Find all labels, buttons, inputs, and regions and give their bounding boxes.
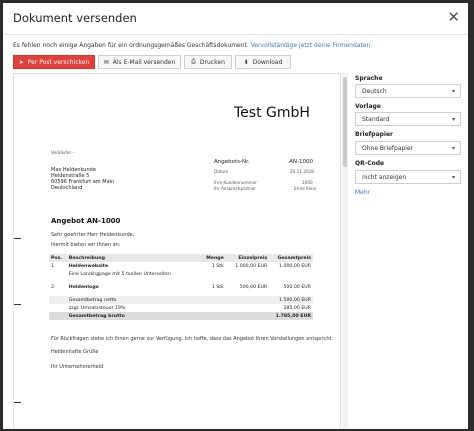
language-select[interactable]: Deutsch ▾ bbox=[355, 84, 461, 98]
send-by-email-button[interactable]: ✉ Als E-Mail versenden bbox=[98, 55, 181, 69]
send-icon: ➤ bbox=[18, 58, 24, 66]
row-title: Heldenwebsite bbox=[68, 263, 109, 269]
send-by-post-label: Per Post verschicken bbox=[27, 58, 90, 66]
missing-data-hint: Es fehlen noch einige Angaben für ein or… bbox=[13, 42, 372, 49]
date-value: 20.11.2018 bbox=[290, 169, 314, 174]
doc-number-label: Angebots-Nr. bbox=[214, 159, 250, 165]
language-value: Deutsch bbox=[362, 87, 387, 95]
qr-code-select[interactable]: nicht anzeigen ▾ bbox=[355, 170, 461, 184]
send-document-dialog: Dokument versenden ✕ Es fehlen noch eini… bbox=[3, 3, 468, 429]
company-name: Test GmbH bbox=[234, 105, 310, 121]
intro-text: hiermit bieten wir Ihnen an: bbox=[51, 242, 121, 248]
download-label: Download bbox=[252, 58, 283, 66]
recipient-country: Deutschland bbox=[51, 185, 83, 191]
qr-code-label: QR-Code bbox=[355, 160, 385, 167]
complete-company-data-link[interactable]: Vervollständige jetzt deine Firmendaten. bbox=[251, 42, 373, 49]
document-preview[interactable]: Test GmbH Verkäufer – Max Heldenkunde He… bbox=[13, 73, 341, 429]
customer-number-value: 1000 bbox=[302, 180, 313, 185]
download-icon: ⬇ bbox=[243, 58, 249, 66]
envelope-icon: ✉ bbox=[103, 58, 109, 66]
template-label: Vorlage bbox=[355, 103, 381, 110]
template-select[interactable]: Standard ▾ bbox=[355, 112, 461, 126]
contact-value: Ernie Klein bbox=[294, 186, 317, 191]
gross-total-row: Gesamtbetrag brutto 1.785,00 EUR bbox=[49, 312, 313, 320]
date-label: Datum bbox=[214, 169, 229, 174]
items-table: Pos. Beschreibung Menge Einzelpreis Gesa… bbox=[49, 254, 313, 320]
net-total-row: Gesamtbetrag netto 1.500,00 EUR bbox=[49, 296, 313, 304]
row-total: 1.000,00 EUR bbox=[278, 263, 311, 269]
letterhead-value: Ohne Briefpapier bbox=[362, 144, 414, 152]
document-heading: Angebot AN-1000 bbox=[51, 217, 121, 225]
regards-text: Heldenhafte Grüße bbox=[51, 349, 99, 355]
recipient-address: Max Heldenkunde Heldenstraße 5 60596 Fra… bbox=[51, 167, 114, 191]
doc-number-value: AN-1000 bbox=[289, 159, 313, 165]
row-title: Heldenlogo bbox=[68, 284, 99, 290]
sender-line: Verkäufer – bbox=[51, 150, 75, 155]
fold-mark bbox=[14, 238, 21, 239]
language-label: Sprache bbox=[355, 75, 383, 82]
row-unit: 500,00 EUR bbox=[239, 284, 268, 290]
net-total-value: 1.500,00 EUR bbox=[269, 296, 313, 304]
greeting: Sehr geehrter Herr Heldenkunde, bbox=[51, 232, 135, 238]
tax-row: zzgl. Umsatzsteuer 19% 285,00 EUR bbox=[49, 304, 313, 312]
customer-number-label: Ihre Kundennummer bbox=[214, 180, 257, 185]
print-label: Drucken bbox=[199, 58, 225, 66]
row-description: Eine Landingpage mit 5 toollen Unterseit… bbox=[68, 271, 171, 277]
dialog-title: Dokument versenden bbox=[13, 11, 137, 25]
contact-label: Ihr Ansprechpartner bbox=[214, 186, 257, 191]
table-header-row: Pos. Beschreibung Menge Einzelpreis Gesa… bbox=[49, 254, 313, 262]
row-pos: 1. bbox=[51, 263, 56, 269]
send-by-email-label: Als E-Mail versenden bbox=[112, 58, 176, 66]
col-total-price: Gesamtpreis bbox=[269, 254, 313, 262]
chevron-down-icon: ▾ bbox=[451, 174, 455, 181]
template-value: Standard bbox=[362, 115, 390, 123]
print-button[interactable]: ⎙ Drucken bbox=[184, 55, 232, 69]
table-row-detail: Eine Landingpage mit 5 toollen Unterseit… bbox=[49, 270, 313, 278]
letterhead-select[interactable]: Ohne Briefpapier ▾ bbox=[355, 141, 461, 155]
fold-mark bbox=[14, 304, 21, 305]
printer-icon: ⎙ bbox=[191, 58, 196, 65]
row-unit: 1.000,00 EUR bbox=[235, 263, 268, 269]
col-unit-price: Einzelpreis bbox=[225, 254, 270, 262]
send-by-post-button[interactable]: ➤ Per Post verschicken bbox=[13, 55, 95, 69]
col-description: Beschreibung bbox=[66, 254, 195, 262]
gross-total-value: 1.785,00 EUR bbox=[269, 312, 313, 320]
dialog-header: Dokument versenden ✕ bbox=[3, 3, 468, 35]
scrollbar-thumb[interactable] bbox=[343, 77, 347, 167]
closing-text: Für Rückfragen stehe ich Ihnen gerne zur… bbox=[51, 336, 334, 342]
col-pos: Pos. bbox=[49, 254, 67, 262]
close-icon[interactable]: ✕ bbox=[447, 8, 460, 26]
row-total: 500,00 EUR bbox=[283, 284, 311, 290]
signature-text: Ihr Unternehmerheld bbox=[51, 364, 104, 370]
letterhead-label: Briefpapier bbox=[355, 131, 393, 138]
hint-text: Es fehlen noch einige Angaben für ein or… bbox=[13, 42, 249, 49]
net-total-label: Gesamtbetrag netto bbox=[66, 296, 270, 304]
table-row: 1. Heldenwebsite 1 Stk 1.000,00 EUR 1.00… bbox=[49, 262, 313, 270]
row-qty: 1 Stk bbox=[211, 263, 224, 269]
download-button[interactable]: ⬇ Download bbox=[235, 55, 291, 69]
row-qty: 1 Stk bbox=[211, 284, 224, 290]
tax-label: zzgl. Umsatzsteuer 19% bbox=[68, 305, 126, 311]
more-options-link[interactable]: Mehr bbox=[355, 189, 370, 196]
qr-code-value: nicht anzeigen bbox=[362, 173, 407, 181]
row-pos: 2. bbox=[51, 284, 56, 290]
chevron-down-icon: ▾ bbox=[451, 145, 455, 152]
preview-scrollbar[interactable] bbox=[342, 73, 348, 429]
chevron-down-icon: ▾ bbox=[451, 88, 455, 95]
fold-mark bbox=[14, 402, 21, 403]
tax-value: 285,00 EUR bbox=[283, 305, 311, 311]
table-row: 2. Heldenlogo 1 Stk 500,00 EUR 500,00 EU… bbox=[49, 283, 313, 291]
col-quantity: Menge bbox=[194, 254, 226, 262]
gross-total-label: Gesamtbetrag brutto bbox=[66, 312, 270, 320]
chevron-down-icon: ▾ bbox=[451, 116, 455, 123]
